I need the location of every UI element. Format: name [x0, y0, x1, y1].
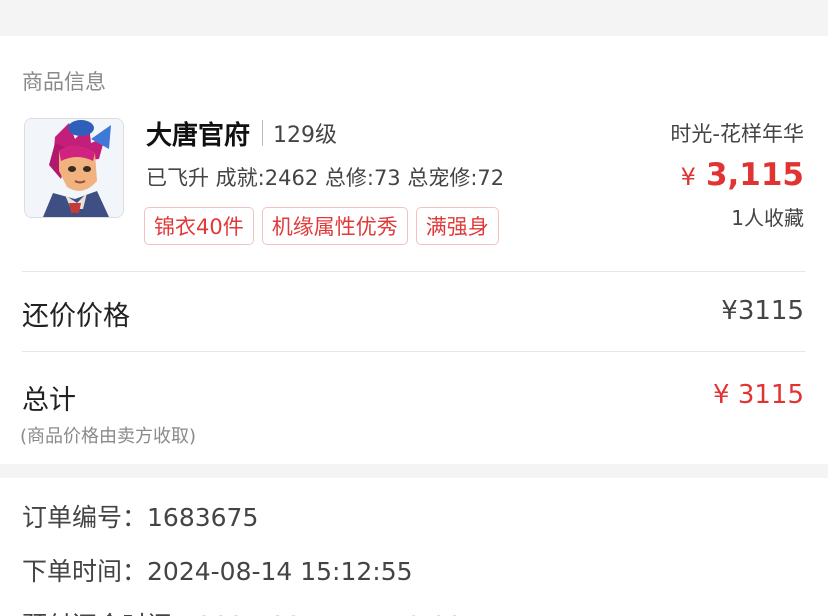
- order-third-row: 预付还会时间：2024-08-14 15:13:00: [22, 606, 463, 616]
- total-value: ¥ 3115: [713, 380, 804, 410]
- total-label: 总计: [22, 385, 76, 416]
- tag-item: 满强身: [415, 207, 499, 245]
- divider-line: [22, 351, 806, 352]
- character-stats: 已飞升 成就:2462 总修:73 总宠修:72: [146, 166, 505, 190]
- tag-item: 锦衣40件: [144, 207, 254, 245]
- role-title-line: 大唐官府 129级: [146, 116, 338, 151]
- section-title: 商品信息: [22, 70, 106, 94]
- counter-offer-value: ¥3115: [721, 296, 804, 326]
- order-number-row: 订单编号：1683675: [22, 498, 258, 534]
- order-detail-page: 商品信息 大唐官府 129级 已飞升 成就:2462 总修:73 总宠修:72 …: [0, 0, 828, 616]
- server-area: 时光-花样年华: [670, 122, 804, 146]
- goods-info-card[interactable]: 商品信息 大唐官府 129级 已飞升 成就:2462 总修:73 总宠修:72 …: [0, 36, 828, 464]
- total-note: (商品价格由卖方收取): [20, 426, 197, 447]
- order-info-card: 订单编号：1683675 下单时间：2024-08-14 15:12:55 预付…: [0, 478, 828, 616]
- order-time-row: 下单时间：2024-08-14 15:12:55: [22, 552, 413, 588]
- order-time-label: 下单时间：: [22, 557, 148, 586]
- server-name: 大唐官府: [146, 120, 251, 151]
- order-number-value: 1683675: [147, 503, 259, 532]
- order-number-label: 订单编号：: [22, 503, 148, 532]
- goods-price: ¥ 3,115: [681, 157, 804, 193]
- divider-line: [22, 271, 806, 272]
- counter-offer-label: 还价价格: [22, 301, 130, 332]
- price-currency: ¥: [680, 163, 696, 191]
- title-divider: [262, 120, 264, 146]
- order-time-value: 2024-08-14 15:12:55: [147, 557, 413, 586]
- character-level: 129级: [273, 123, 338, 148]
- tag-list: 锦衣40件 机缘属性优秀 满强身: [144, 207, 499, 245]
- tag-item: 机缘属性优秀: [261, 207, 408, 245]
- favorite-count: 1人收藏: [731, 206, 804, 230]
- character-portrait-graphic: [25, 119, 123, 217]
- price-value: 3,115: [705, 157, 804, 193]
- character-portrait-icon[interactable]: [24, 118, 124, 218]
